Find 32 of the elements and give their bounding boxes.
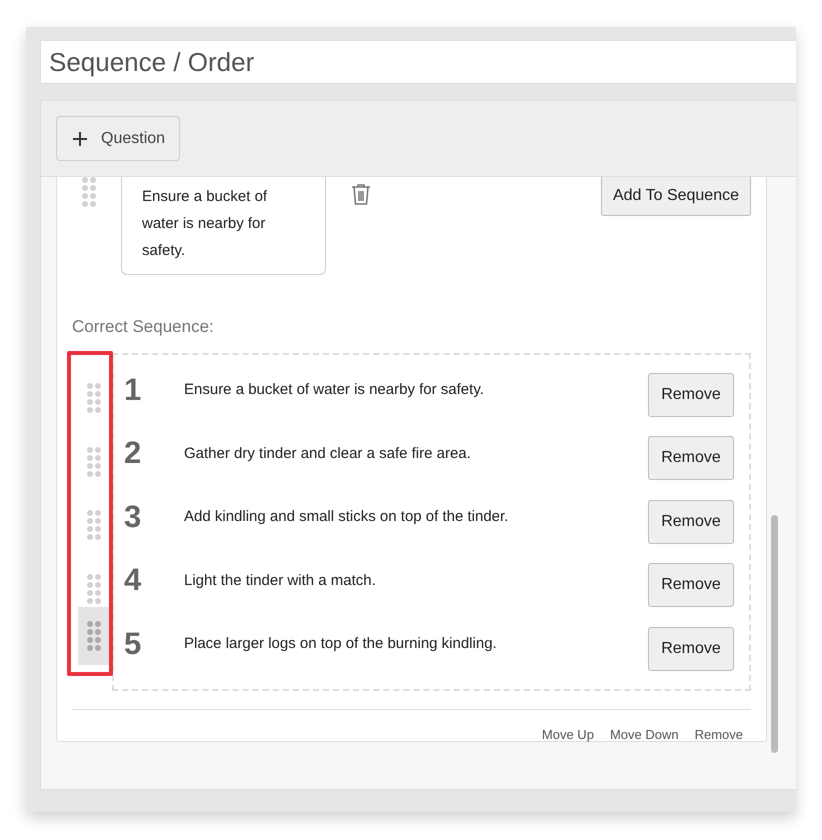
drag-handle-icon[interactable]	[87, 383, 101, 413]
remove-button[interactable]: Remove	[648, 563, 734, 608]
drag-handle-icon[interactable]	[87, 574, 101, 604]
answer-option-card[interactable]: Ensure a bucket of water is nearby for safety.	[121, 177, 326, 275]
footer-link[interactable]: Move Up	[542, 726, 594, 742]
remove-button[interactable]: Remove	[648, 500, 734, 544]
trash-icon[interactable]	[351, 183, 371, 205]
scrollbar-thumb[interactable]	[770, 515, 778, 753]
step-number: 3	[124, 498, 142, 535]
step-text: Add kindling and small sticks on top of the tinder.	[184, 508, 510, 526]
drag-handle-icon[interactable]	[87, 510, 101, 540]
drag-handle-icon[interactable]	[87, 621, 101, 651]
plus-icon	[73, 132, 87, 146]
step-text: Light the tinder with a match.	[184, 572, 377, 589]
section-label: Correct Sequence:	[72, 317, 215, 337]
footer-link[interactable]: Remove	[694, 726, 743, 742]
step-text: Ensure a bucket of water is nearby for safety.	[184, 381, 485, 398]
remove-button[interactable]: Remove	[648, 626, 734, 671]
drag-handle-icon[interactable]	[82, 177, 96, 207]
step-number: 4	[124, 562, 142, 598]
remove-button[interactable]: Remove	[648, 372, 734, 417]
drag-handle-icon[interactable]	[87, 446, 101, 476]
title-field[interactable]: Sequence / Order	[40, 40, 796, 84]
footer-link[interactable]: Move Down	[610, 726, 679, 742]
step-number: 2	[124, 435, 142, 472]
step-number: 1	[124, 372, 142, 408]
step-text: Gather dry tinder and clear a safe fire area.	[184, 444, 472, 462]
add-question-button[interactable]: Question	[56, 116, 180, 161]
remove-button[interactable]: Remove	[648, 436, 734, 480]
step-number: 5	[124, 626, 142, 662]
step-text: Place larger logs on top of the burning kindling.	[184, 635, 498, 652]
add-to-sequence-button[interactable]: Add To Sequence	[600, 177, 751, 216]
